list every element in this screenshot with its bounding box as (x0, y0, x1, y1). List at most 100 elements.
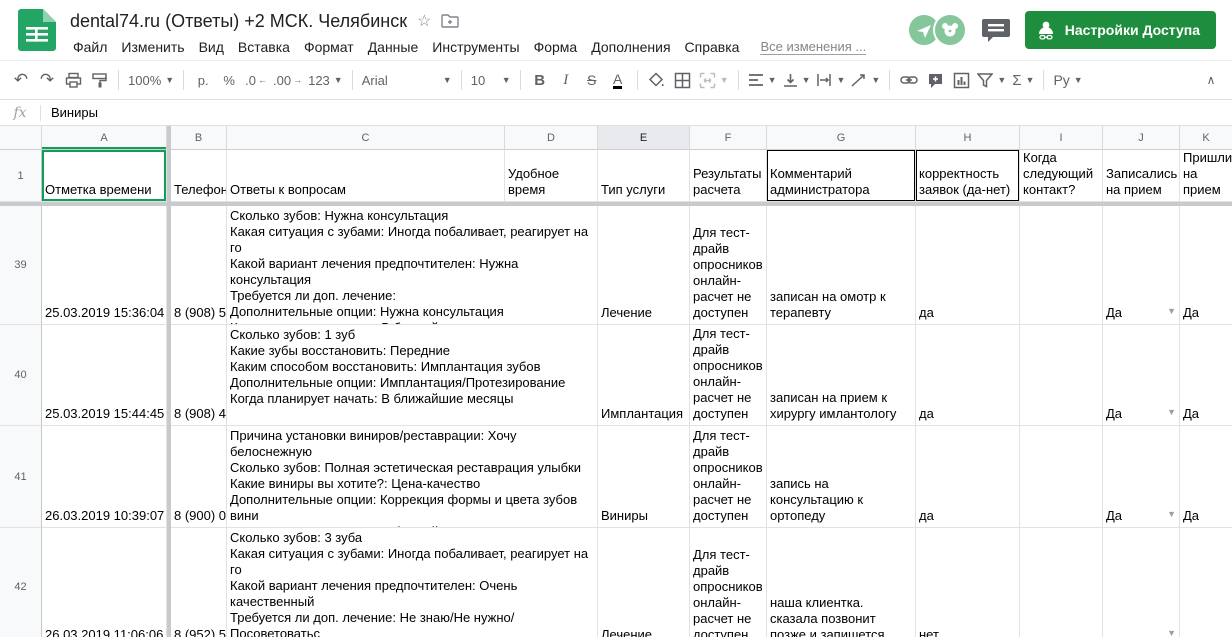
text-color-button[interactable]: A (605, 66, 631, 94)
percent-format-button[interactable]: % (216, 66, 242, 94)
cell-C41[interactable]: Причина установки виниров/реставрации: Х… (227, 426, 598, 528)
cell-K1[interactable]: Пришли на прием (1180, 150, 1232, 202)
menu-edit[interactable]: Изменить (114, 37, 191, 57)
row-header-40[interactable]: 40 (0, 325, 42, 426)
cell-C42[interactable]: Сколько зубов: 3 зуба Какая ситуация с з… (227, 528, 598, 637)
menu-data[interactable]: Данные (361, 37, 426, 57)
paint-format-button[interactable] (86, 66, 112, 94)
column-header-C[interactable]: C (227, 126, 505, 150)
column-header-A[interactable]: A (42, 126, 167, 150)
cell-F41[interactable]: Для тест-драйв опросников онлайн-расчет … (690, 426, 767, 528)
cell-G39[interactable]: записан на омотр к терапевту (767, 206, 916, 325)
all-changes-saved-link[interactable]: Все изменения ... (760, 39, 867, 55)
cell-A1[interactable]: Отметка времени (42, 150, 167, 202)
cell-H39[interactable]: да (916, 206, 1020, 325)
increase-decimals-button[interactable]: .00 → (270, 66, 305, 94)
fill-color-button[interactable] (644, 66, 670, 94)
column-header-D[interactable]: D (505, 126, 598, 150)
sheets-logo-icon[interactable] (18, 9, 56, 51)
cell-A41[interactable]: 26.03.2019 10:39:07 (42, 426, 167, 528)
text-wrap-button[interactable]: ▼ (813, 66, 848, 94)
cell-A39[interactable]: 25.03.2019 15:36:04 (42, 206, 167, 325)
insert-comment-button[interactable] (922, 66, 948, 94)
row-header-41[interactable]: 41 (0, 426, 42, 528)
cell-E42[interactable]: Лечение (598, 528, 690, 637)
dropdown-arrow-icon[interactable]: ▼ (1167, 625, 1176, 637)
cell-B41[interactable]: 8 (900) 0 (171, 426, 227, 528)
strikethrough-button[interactable]: S (579, 66, 605, 94)
cell-I42[interactable] (1020, 528, 1103, 637)
cell-F42[interactable]: Для тест-драйв опросников онлайн-расчет … (690, 528, 767, 637)
cell-A42[interactable]: 26.03.2019 11:06:06 (42, 528, 167, 637)
cell-J41[interactable]: Да ▼ (1103, 426, 1180, 528)
cell-I40[interactable] (1020, 325, 1103, 426)
cell-D1[interactable]: Удобное время (505, 150, 598, 202)
cell-G40[interactable]: записан на прием к хирургу имлантологу (767, 325, 916, 426)
row-header-42[interactable]: 42 (0, 528, 42, 637)
column-header-H[interactable]: H (916, 126, 1020, 150)
share-settings-button[interactable]: Настройки Доступа (1024, 11, 1216, 49)
column-header-G[interactable]: G (767, 126, 916, 150)
cell-F39[interactable]: Для тест-драйв опросников онлайн-расчет … (690, 206, 767, 325)
comment-history-icon[interactable] (981, 17, 1011, 43)
cell-B39[interactable]: 8 (908) 5 (171, 206, 227, 325)
cell-B40[interactable]: 8 (908) 4 (171, 325, 227, 426)
number-format-button[interactable]: 123 ▼ (305, 66, 346, 94)
dropdown-arrow-icon[interactable]: ▼ (1167, 303, 1176, 321)
cell-E41[interactable]: Виниры (598, 426, 690, 528)
cell-F1[interactable]: Результаты расчета (690, 150, 767, 202)
undo-button[interactable]: ↶ (8, 66, 34, 94)
cell-C40[interactable]: Сколько зубов: 1 зуб Какие зубы восстано… (227, 325, 598, 426)
menu-help[interactable]: Справка (678, 37, 747, 57)
cell-B1[interactable]: Телефон (171, 150, 227, 202)
cell-J39[interactable]: Да ▼ (1103, 206, 1180, 325)
cell-I1[interactable]: Когда следующий контакт? (1020, 150, 1103, 202)
document-title[interactable]: dental74.ru (Ответы) +2 МСК. Челябинск (70, 11, 407, 32)
cell-I39[interactable] (1020, 206, 1103, 325)
insert-chart-button[interactable] (948, 66, 974, 94)
redo-button[interactable]: ↷ (34, 66, 60, 94)
merge-cells-button[interactable]: ▼ (696, 66, 732, 94)
decrease-decimals-button[interactable]: .0 ← (242, 66, 270, 94)
select-all-corner[interactable] (0, 126, 42, 150)
cell-I41[interactable] (1020, 426, 1103, 528)
cell-H40[interactable]: да (916, 325, 1020, 426)
collapse-toolbar-icon[interactable]: ∧ (1198, 66, 1224, 94)
cell-H41[interactable]: да (916, 426, 1020, 528)
insert-link-button[interactable] (896, 66, 922, 94)
column-header-B[interactable]: B (171, 126, 227, 150)
cell-H1[interactable]: корректность заявок (да-нет) (916, 150, 1020, 202)
column-header-F[interactable]: F (690, 126, 767, 150)
cell-J42[interactable]: ▼ (1103, 528, 1180, 637)
star-icon[interactable]: ☆ (417, 11, 431, 31)
text-rotation-button[interactable]: ▼ (848, 66, 883, 94)
menu-form[interactable]: Форма (527, 37, 585, 57)
cell-H42[interactable]: нет (916, 528, 1020, 637)
formula-bar-value[interactable]: Виниры (41, 105, 98, 120)
font-family-select[interactable]: Arial ▼ (359, 66, 455, 94)
borders-button[interactable] (670, 66, 696, 94)
column-header-I[interactable]: I (1020, 126, 1103, 150)
cell-K42[interactable] (1180, 528, 1232, 637)
menu-addons[interactable]: Дополнения (584, 37, 677, 57)
cell-G1[interactable]: Комментарий администратора (767, 150, 916, 202)
cell-J40[interactable]: Да ▼ (1103, 325, 1180, 426)
bold-button[interactable]: B (527, 66, 553, 94)
cell-E1[interactable]: Тип услуги (598, 150, 690, 202)
cell-K40[interactable]: Да (1180, 325, 1232, 426)
cell-C39[interactable]: Сколько зубов: Нужна консультация Какая … (227, 206, 598, 325)
print-button[interactable] (60, 66, 86, 94)
menu-file[interactable]: Файл (66, 37, 114, 57)
column-header-K[interactable]: K (1180, 126, 1232, 150)
menu-view[interactable]: Вид (192, 37, 231, 57)
cell-F40[interactable]: Для тест-драйв опросников онлайн-расчет … (690, 325, 767, 426)
zoom-select[interactable]: 100% ▼ (125, 66, 177, 94)
row-header-1[interactable]: 1 (0, 150, 42, 202)
currency-format-button[interactable]: р. (190, 66, 216, 94)
dropdown-arrow-icon[interactable]: ▼ (1167, 404, 1176, 422)
cell-J1[interactable]: Записались на прием (1103, 150, 1180, 202)
input-tools-button[interactable]: Ру ▼ (1050, 66, 1085, 94)
cell-E40[interactable]: Имплантация (598, 325, 690, 426)
move-to-folder-icon[interactable] (441, 14, 460, 28)
column-header-E[interactable]: E (598, 126, 690, 150)
